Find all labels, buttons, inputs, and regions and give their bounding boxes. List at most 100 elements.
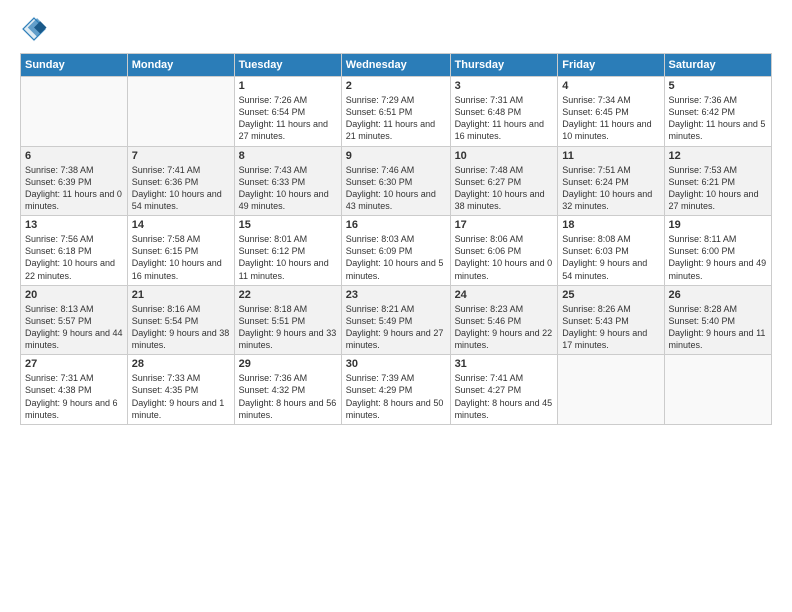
calendar-cell: 28Sunrise: 7:33 AM Sunset: 4:35 PM Dayli…	[127, 355, 234, 425]
day-number: 18	[562, 219, 659, 231]
day-info: Sunrise: 7:43 AM Sunset: 6:33 PM Dayligh…	[239, 164, 337, 213]
calendar-header-row: Sunday Monday Tuesday Wednesday Thursday…	[21, 54, 772, 77]
calendar-cell: 27 Sunrise: 7:31 AM Sunset: 4:38 PM Dayli…	[21, 355, 128, 425]
day-number: 2	[346, 80, 446, 92]
day-number: 31	[455, 358, 554, 370]
day-number: 27	[25, 358, 123, 370]
day-number: 29	[239, 358, 337, 370]
day-info: Sunrise: 8:13 AM Sunset: 5:57 PM Dayligh…	[25, 303, 123, 352]
col-tuesday: Tuesday	[234, 54, 341, 77]
day-number: 15	[239, 219, 337, 231]
day-info: Sunrise: 7:58 AM Sunset: 6:15 PM Dayligh…	[132, 233, 230, 282]
day-info: Sunrise: 7:48 AM Sunset: 6:27 PM Dayligh…	[455, 164, 554, 213]
day-number: 3	[455, 80, 554, 92]
day-info: Sunrise: 7:33 AM Sunset: 4:35 PM Dayligh…	[132, 372, 230, 421]
day-number: 22	[239, 289, 337, 301]
calendar-week-row: 13 Sunrise: 7:56 AM Sunset: 6:18 PM Dayli…	[21, 216, 772, 286]
calendar-cell: 20 Sunrise: 8:13 AM Sunset: 5:57 PM Dayli…	[21, 285, 128, 355]
col-sunday: Sunday	[21, 54, 128, 77]
col-wednesday: Wednesday	[341, 54, 450, 77]
day-number: 4	[562, 80, 659, 92]
day-number: 10	[455, 150, 554, 162]
day-number: 17	[455, 219, 554, 231]
day-info: Sunrise: 7:38 AM Sunset: 6:39 PM Dayligh…	[25, 164, 123, 213]
col-monday: Monday	[127, 54, 234, 77]
day-number: 24	[455, 289, 554, 301]
calendar-week-row: 27 Sunrise: 7:31 AM Sunset: 4:38 PM Dayli…	[21, 355, 772, 425]
calendar-cell: 15 Sunrise: 8:01 AM Sunset: 6:12 PM Dayli…	[234, 216, 341, 286]
calendar-cell: 31 Sunrise: 7:41 AM Sunset: 4:27 PM Dayli…	[450, 355, 558, 425]
calendar-cell: 25Sunrise: 8:26 AM Sunset: 5:43 PM Dayli…	[558, 285, 664, 355]
day-number: 19	[669, 219, 767, 231]
day-info: Sunrise: 7:56 AM Sunset: 6:18 PM Dayligh…	[25, 233, 123, 282]
day-number: 11	[562, 150, 659, 162]
day-info: Sunrise: 7:31 AM Sunset: 4:38 PM Dayligh…	[25, 372, 123, 421]
calendar-cell	[664, 355, 771, 425]
day-info: Sunrise: 7:41 AM Sunset: 6:36 PM Dayligh…	[132, 164, 230, 213]
day-info: Sunrise: 7:36 AM Sunset: 4:32 PM Dayligh…	[239, 372, 337, 421]
day-info: Sunrise: 8:03 AM Sunset: 6:09 PM Dayligh…	[346, 233, 446, 282]
day-number: 13	[25, 219, 123, 231]
calendar-cell: 12 Sunrise: 7:53 AM Sunset: 6:21 PM Dayli…	[664, 146, 771, 216]
calendar-cell: 16 Sunrise: 8:03 AM Sunset: 6:09 PM Dayli…	[341, 216, 450, 286]
calendar-cell: 19 Sunrise: 8:11 AM Sunset: 6:00 PM Dayli…	[664, 216, 771, 286]
calendar-week-row: 6 Sunrise: 7:38 AM Sunset: 6:39 PM Daylig…	[21, 146, 772, 216]
calendar-cell	[21, 77, 128, 147]
day-number: 20	[25, 289, 123, 301]
calendar-cell: 11 Sunrise: 7:51 AM Sunset: 6:24 PM Dayli…	[558, 146, 664, 216]
col-thursday: Thursday	[450, 54, 558, 77]
day-info: Sunrise: 7:31 AM Sunset: 6:48 PM Dayligh…	[455, 94, 554, 143]
day-info: Sunrise: 8:11 AM Sunset: 6:00 PM Dayligh…	[669, 233, 767, 282]
calendar-cell: 24 Sunrise: 8:23 AM Sunset: 5:46 PM Dayli…	[450, 285, 558, 355]
calendar-cell: 8 Sunrise: 7:43 AM Sunset: 6:33 PM Daylig…	[234, 146, 341, 216]
calendar-cell: 2 Sunrise: 7:29 AM Sunset: 6:51 PM Daylig…	[341, 77, 450, 147]
day-info: Sunrise: 8:26 AM Sunset: 5:43 PM Dayligh…	[562, 303, 659, 352]
day-info: Sunrise: 8:06 AM Sunset: 6:06 PM Dayligh…	[455, 233, 554, 282]
day-info: Sunrise: 7:51 AM Sunset: 6:24 PM Dayligh…	[562, 164, 659, 213]
logo-icon	[20, 15, 48, 43]
calendar-cell: 6 Sunrise: 7:38 AM Sunset: 6:39 PM Daylig…	[21, 146, 128, 216]
day-number: 26	[669, 289, 767, 301]
day-info: Sunrise: 7:53 AM Sunset: 6:21 PM Dayligh…	[669, 164, 767, 213]
day-number: 7	[132, 150, 230, 162]
day-info: Sunrise: 7:36 AM Sunset: 6:42 PM Dayligh…	[669, 94, 767, 143]
calendar-cell: 29 Sunrise: 7:36 AM Sunset: 4:32 PM Dayli…	[234, 355, 341, 425]
calendar-cell: 21Sunrise: 8:16 AM Sunset: 5:54 PM Dayli…	[127, 285, 234, 355]
day-number: 6	[25, 150, 123, 162]
day-number: 9	[346, 150, 446, 162]
calendar-cell: 13 Sunrise: 7:56 AM Sunset: 6:18 PM Dayli…	[21, 216, 128, 286]
day-info: Sunrise: 8:28 AM Sunset: 5:40 PM Dayligh…	[669, 303, 767, 352]
day-number: 16	[346, 219, 446, 231]
calendar-week-row: 20 Sunrise: 8:13 AM Sunset: 5:57 PM Dayli…	[21, 285, 772, 355]
day-info: Sunrise: 7:26 AM Sunset: 6:54 PM Dayligh…	[239, 94, 337, 143]
page-header	[20, 15, 772, 43]
calendar-cell: 10 Sunrise: 7:48 AM Sunset: 6:27 PM Dayli…	[450, 146, 558, 216]
day-info: Sunrise: 8:08 AM Sunset: 6:03 PM Dayligh…	[562, 233, 659, 282]
day-number: 12	[669, 150, 767, 162]
calendar-cell: 17 Sunrise: 8:06 AM Sunset: 6:06 PM Dayli…	[450, 216, 558, 286]
calendar-table: Sunday Monday Tuesday Wednesday Thursday…	[20, 53, 772, 425]
calendar-cell: 14Sunrise: 7:58 AM Sunset: 6:15 PM Dayli…	[127, 216, 234, 286]
day-number: 8	[239, 150, 337, 162]
day-number: 30	[346, 358, 446, 370]
calendar-cell: 30Sunrise: 7:39 AM Sunset: 4:29 PM Dayli…	[341, 355, 450, 425]
day-info: Sunrise: 7:41 AM Sunset: 4:27 PM Dayligh…	[455, 372, 554, 421]
calendar-cell: 18 Sunrise: 8:08 AM Sunset: 6:03 PM Dayli…	[558, 216, 664, 286]
calendar-cell: 1Sunrise: 7:26 AM Sunset: 6:54 PM Daylig…	[234, 77, 341, 147]
col-friday: Friday	[558, 54, 664, 77]
calendar-cell: 26 Sunrise: 8:28 AM Sunset: 5:40 PM Dayli…	[664, 285, 771, 355]
calendar-cell	[558, 355, 664, 425]
day-info: Sunrise: 7:34 AM Sunset: 6:45 PM Dayligh…	[562, 94, 659, 143]
calendar-cell: 22 Sunrise: 8:18 AM Sunset: 5:51 PM Dayli…	[234, 285, 341, 355]
day-info: Sunrise: 8:23 AM Sunset: 5:46 PM Dayligh…	[455, 303, 554, 352]
logo	[20, 15, 50, 43]
day-info: Sunrise: 8:16 AM Sunset: 5:54 PM Dayligh…	[132, 303, 230, 352]
calendar-cell: 4 Sunrise: 7:34 AM Sunset: 6:45 PM Daylig…	[558, 77, 664, 147]
calendar-cell: 5Sunrise: 7:36 AM Sunset: 6:42 PM Daylig…	[664, 77, 771, 147]
calendar-cell	[127, 77, 234, 147]
calendar-cell: 3 Sunrise: 7:31 AM Sunset: 6:48 PM Daylig…	[450, 77, 558, 147]
day-info: Sunrise: 7:29 AM Sunset: 6:51 PM Dayligh…	[346, 94, 446, 143]
day-info: Sunrise: 8:21 AM Sunset: 5:49 PM Dayligh…	[346, 303, 446, 352]
day-info: Sunrise: 8:01 AM Sunset: 6:12 PM Dayligh…	[239, 233, 337, 282]
day-info: Sunrise: 8:18 AM Sunset: 5:51 PM Dayligh…	[239, 303, 337, 352]
